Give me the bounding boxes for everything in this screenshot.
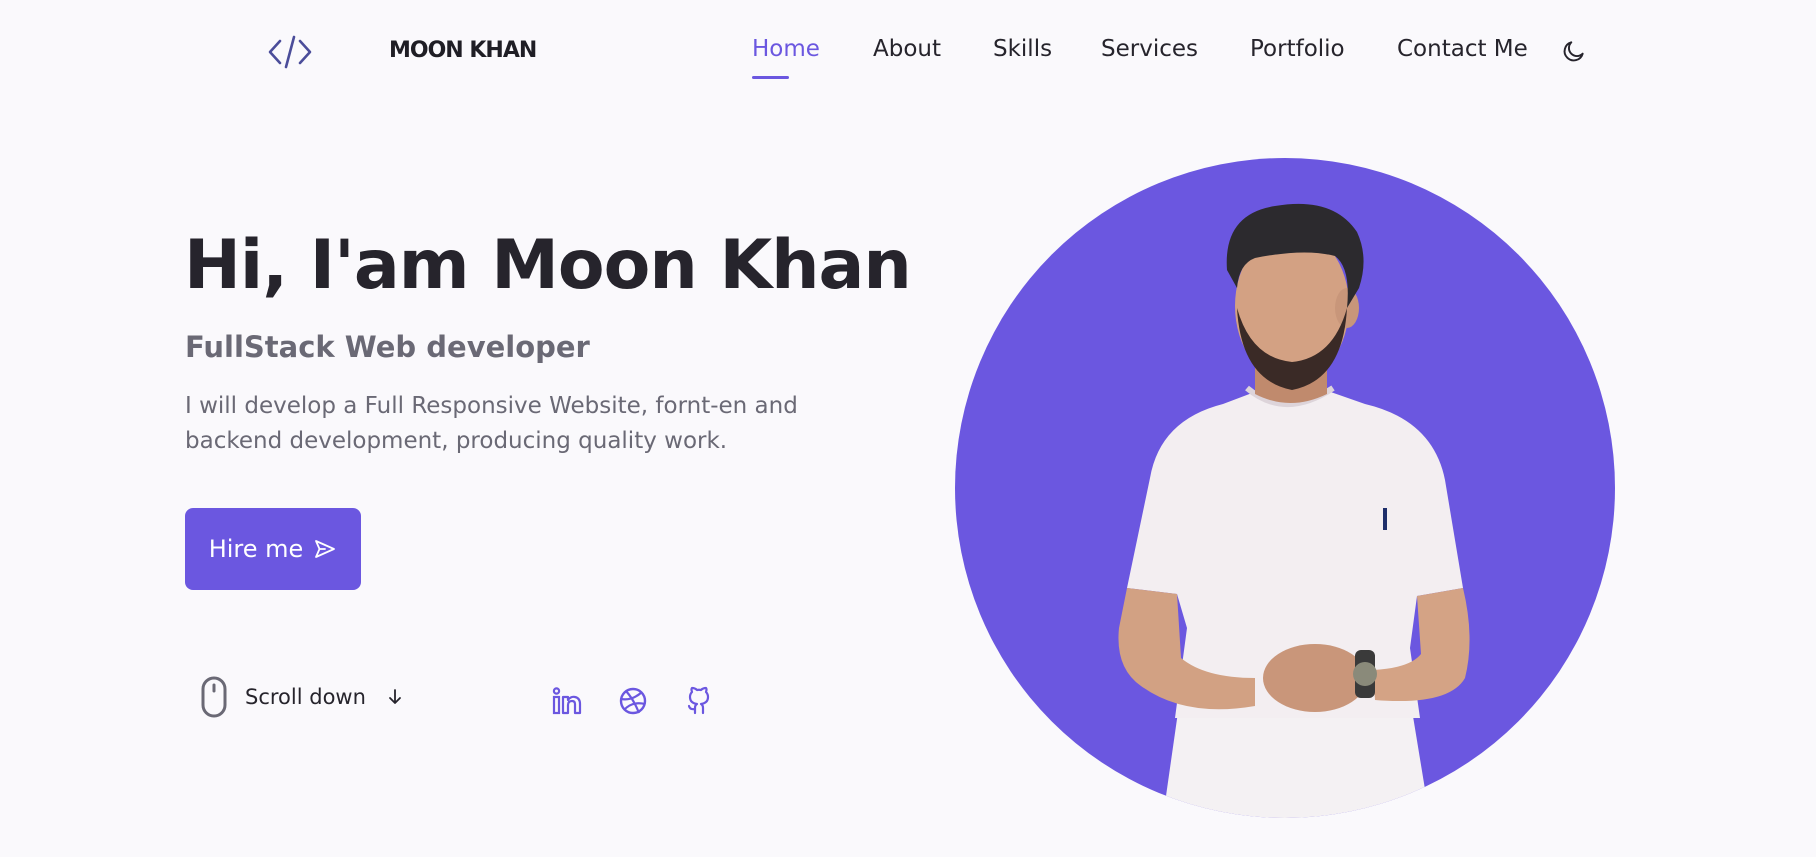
mouse-icon [201,676,227,718]
nav-services[interactable]: Services [1101,36,1198,62]
active-nav-indicator [752,76,789,79]
nav-portfolio[interactable]: Portfolio [1250,36,1345,62]
nav-about[interactable]: About [873,36,941,62]
hero-subtitle: FullStack Web developer [185,330,590,364]
hire-me-button[interactable]: Hire me [185,508,361,590]
nav-contact[interactable]: Contact Me [1397,36,1528,62]
hire-me-label: Hire me [208,535,304,563]
profile-image [955,158,1615,818]
profile-photo [1118,203,1470,818]
dribbble-icon[interactable] [618,686,648,716]
scroll-down-link[interactable]: Scroll down [197,676,406,718]
nav-home[interactable]: Home [752,36,820,62]
brand-name[interactable]: MOON KHAN [389,38,537,63]
hero-description: I will develop a Full Responsive Website… [185,393,798,454]
scroll-down-label: Scroll down [245,685,366,709]
moon-icon[interactable] [1561,38,1587,64]
arrow-down-icon [389,689,401,704]
header: MOON KHAN Home About Skills Services Por… [0,0,1816,104]
nav-skills[interactable]: Skills [993,36,1052,62]
hero-title: Hi, I'am Moon Khan [184,226,912,305]
send-icon [315,540,336,558]
code-icon[interactable] [268,33,312,71]
github-icon[interactable] [684,686,714,716]
linkedin-icon[interactable] [552,686,582,716]
